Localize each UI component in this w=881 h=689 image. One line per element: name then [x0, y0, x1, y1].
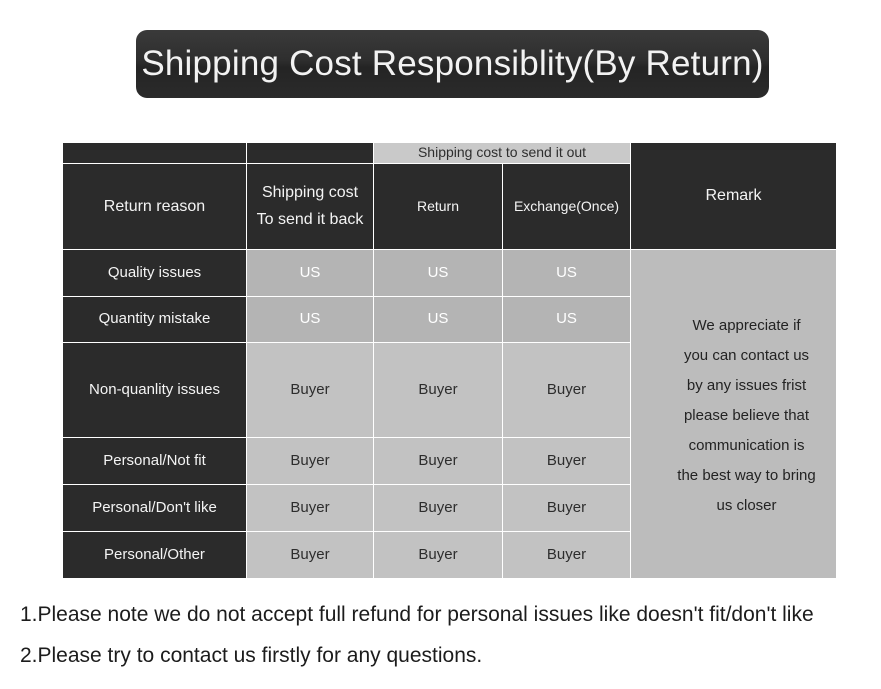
cell-exchange-quantity-mistake: US [501, 296, 632, 343]
header-spacer-send-back [246, 142, 374, 164]
footer-note-2: 2.Please try to contact us firstly for a… [20, 644, 483, 667]
row-reason-personal-other: Personal/Other [62, 531, 247, 579]
footer-note-1: 1.Please note we do not accept full refu… [20, 603, 814, 626]
header-send-back-lines: Shipping cost To send it back [247, 183, 373, 230]
remark-text-lines: We appreciate if you can contact us by a… [631, 307, 836, 521]
cell-send-back-non-quanlity-issues: Buyer [246, 342, 374, 438]
cell-value: Buyer [290, 380, 330, 398]
header-remark: Remark [630, 142, 838, 250]
shipping-cost-table-wrapper: Shipping cost to send it out Remark Retu… [62, 142, 838, 579]
cell-value: Buyer [546, 380, 587, 398]
row-reason-label: Non-quanlity issues [89, 380, 220, 398]
cell-send-back-personal-dont-like: Buyer [246, 484, 374, 532]
cell-send-back-quantity-mistake: US [246, 296, 374, 343]
cell-return-non-quanlity-issues: Buyer [373, 342, 503, 438]
row-reason-label: Quality issues [107, 263, 202, 281]
table-header-group-row: Shipping cost to send it out Remark [62, 142, 838, 250]
header-spacer-reason [62, 142, 247, 164]
cell-value: Buyer [290, 545, 330, 563]
header-sub-return-label: Return [416, 197, 460, 214]
remark-line: We appreciate if [692, 317, 801, 334]
header-sub-return: Return [373, 163, 503, 250]
title-banner: Shipping Cost Responsiblity(By Return) [136, 30, 769, 98]
cell-value: Buyer [418, 451, 458, 469]
cell-value: Buyer [418, 498, 458, 516]
header-group-send-out: Shipping cost to send it out [372, 142, 632, 164]
shipping-cost-table: Shipping cost to send it out Remark Retu… [62, 142, 838, 579]
cell-value: US [299, 263, 321, 281]
remark-line: by any issues frist [686, 377, 807, 394]
remark-line: please believe that [683, 407, 810, 424]
row-reason-label: Personal/Don't like [92, 498, 217, 516]
header-return-reason: Return reason [62, 163, 247, 250]
cell-value: US [556, 310, 577, 328]
cell-value: Buyer [418, 545, 458, 563]
cell-value: US [427, 310, 449, 328]
header-sub-exchange: Exchange(Once) [501, 163, 632, 250]
cell-value: Buyer [290, 451, 330, 469]
cell-value: Buyer [546, 451, 587, 469]
remark-line: communication is [688, 437, 805, 454]
cell-exchange-personal-dont-like: Buyer [501, 484, 632, 532]
row-reason-personal-not-fit: Personal/Not fit [62, 437, 247, 485]
row-reason-quantity-mistake: Quantity mistake [62, 296, 247, 343]
cell-value: Buyer [418, 380, 458, 398]
cell-return-personal-dont-like: Buyer [373, 484, 503, 532]
row-reason-quality-issues: Quality issues [62, 249, 247, 297]
table-row: Quality issues US US US We appreciate if… [62, 249, 838, 579]
cell-send-back-personal-other: Buyer [246, 531, 374, 579]
cell-exchange-quality-issues: US [501, 249, 632, 297]
cell-value: US [427, 263, 449, 281]
row-reason-label: Personal/Not fit [103, 451, 206, 469]
row-reason-non-quanlity-issues: Non-quanlity issues [62, 342, 247, 438]
header-group-send-out-label: Shipping cost to send it out [417, 144, 587, 161]
cell-value: Buyer [290, 498, 330, 516]
page-title: Shipping Cost Responsiblity(By Return) [141, 44, 764, 83]
header-send-back: Shipping cost To send it back [246, 163, 374, 250]
remark-line: the best way to bring [677, 467, 816, 484]
remark-line: you can contact us [683, 347, 810, 364]
cell-exchange-personal-other: Buyer [501, 531, 632, 579]
remark-line: us closer [716, 497, 777, 514]
header-remark-label: Remark [705, 187, 762, 204]
cell-exchange-non-quanlity-issues: Buyer [501, 342, 632, 438]
cell-return-quantity-mistake: US [373, 296, 503, 343]
cell-remark-text: We appreciate if you can contact us by a… [630, 249, 838, 579]
cell-return-personal-other: Buyer [373, 531, 503, 579]
cell-send-back-quality-issues: US [246, 249, 374, 297]
row-reason-label: Quantity mistake [98, 310, 211, 328]
footer-notes: 1.Please note we do not accept full refu… [20, 604, 870, 686]
header-send-back-line2: To send it back [256, 211, 364, 228]
cell-value: US [556, 263, 577, 281]
cell-value: US [299, 310, 321, 328]
cell-value: Buyer [546, 498, 587, 516]
row-reason-personal-dont-like: Personal/Don't like [62, 484, 247, 532]
cell-send-back-personal-not-fit: Buyer [246, 437, 374, 485]
row-reason-label: Personal/Other [104, 545, 205, 563]
cell-return-personal-not-fit: Buyer [373, 437, 503, 485]
header-sub-exchange-label: Exchange(Once) [513, 197, 620, 214]
cell-value: Buyer [546, 545, 587, 563]
cell-return-quality-issues: US [373, 249, 503, 297]
header-return-reason-label: Return reason [103, 197, 206, 215]
header-send-back-line1: Shipping cost [261, 184, 359, 201]
cell-exchange-personal-not-fit: Buyer [501, 437, 632, 485]
